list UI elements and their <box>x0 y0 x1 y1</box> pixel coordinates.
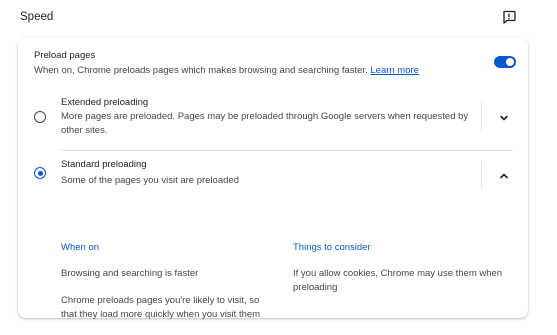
things-to-consider-item: If you allow cookies, Chrome may use the… <box>293 268 503 293</box>
when-on-item: Chrome preloads pages you're likely to v… <box>61 295 261 320</box>
toggle-knob <box>506 58 514 66</box>
feedback-icon[interactable] <box>501 9 517 25</box>
things-to-consider-heading: Things to consider <box>293 242 371 253</box>
standard-preloading-radio[interactable] <box>34 167 46 179</box>
preload-card: Preload pages When on, Chrome preloads p… <box>18 38 528 320</box>
standard-preloading-option[interactable]: Standard preloading Some of the pages yo… <box>18 151 528 320</box>
learn-more-link[interactable]: Learn more <box>370 65 419 76</box>
section-header: Speed <box>0 0 557 36</box>
extended-preloading-description: More pages are preloaded. Pages may be p… <box>61 111 469 136</box>
section-title: Speed <box>20 11 54 23</box>
radio-selected-dot <box>37 170 43 176</box>
standard-preloading-title: Standard preloading <box>61 159 147 170</box>
vertical-separator <box>481 161 482 189</box>
extended-preloading-title: Extended preloading <box>61 97 149 108</box>
when-on-item: Browsing and searching is faster <box>61 268 199 279</box>
preload-pages-description-text: When on, Chrome preloads pages which mak… <box>34 65 368 76</box>
preload-pages-row: Preload pages When on, Chrome preloads p… <box>18 38 528 88</box>
preload-pages-toggle[interactable] <box>494 56 516 68</box>
preload-pages-description: When on, Chrome preloads pages which mak… <box>34 65 419 76</box>
preload-pages-title: Preload pages <box>34 50 96 61</box>
chevron-up-icon[interactable] <box>496 168 512 184</box>
vertical-separator <box>481 102 482 132</box>
extended-preloading-radio[interactable] <box>34 111 46 123</box>
extended-preloading-option[interactable]: Extended preloading More pages are prelo… <box>18 90 528 150</box>
when-on-heading: When on <box>61 242 100 253</box>
chevron-down-icon[interactable] <box>496 110 512 126</box>
standard-preloading-description: Some of the pages you visit are preloade… <box>61 175 239 186</box>
